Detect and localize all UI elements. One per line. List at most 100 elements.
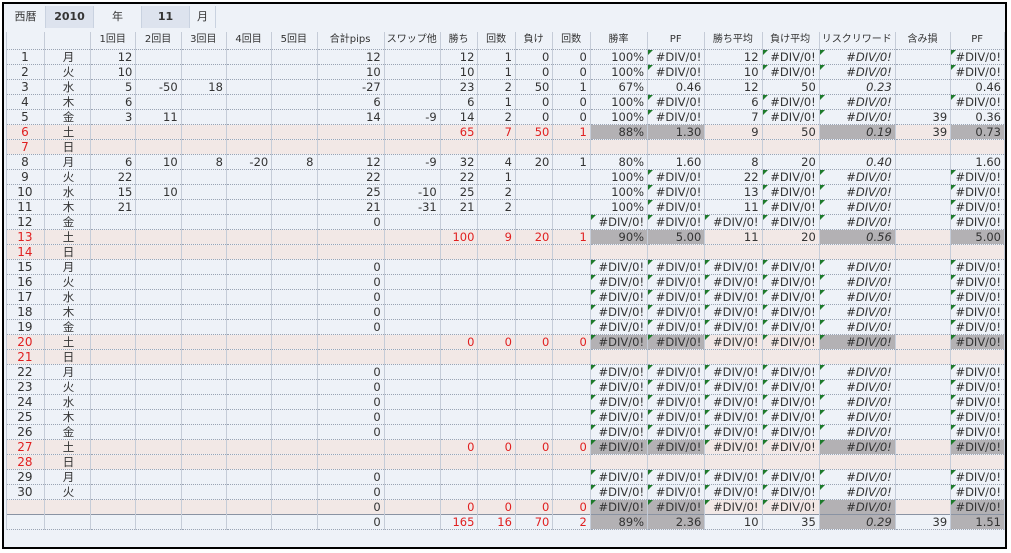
cell[interactable]: #DIV/0! xyxy=(818,364,896,380)
cell[interactable]: #DIV/0! xyxy=(704,289,763,305)
cell[interactable]: #DIV/0! xyxy=(761,484,820,500)
cell[interactable]: 23 xyxy=(6,379,45,395)
cell[interactable]: #DIV/0! xyxy=(818,259,896,275)
cell[interactable] xyxy=(514,379,554,395)
cell[interactable]: -27 xyxy=(316,79,385,95)
cell[interactable]: 0 xyxy=(552,499,591,515)
cell[interactable] xyxy=(225,304,273,320)
cell[interactable]: #DIV/0! xyxy=(589,319,649,335)
cell[interactable]: 12 xyxy=(316,49,385,65)
cell[interactable]: 50 xyxy=(514,79,554,95)
cell[interactable] xyxy=(271,124,318,140)
cell[interactable] xyxy=(818,139,896,155)
cell[interactable] xyxy=(514,244,554,260)
cell[interactable]: 25 xyxy=(316,184,385,200)
cell[interactable]: #DIV/0! xyxy=(761,499,820,515)
cell[interactable]: #DIV/0! xyxy=(818,334,896,350)
cell[interactable] xyxy=(477,364,516,380)
cell[interactable]: #DIV/0! xyxy=(950,469,1005,485)
cell[interactable] xyxy=(180,274,227,290)
cell[interactable]: 32 xyxy=(439,154,479,170)
cell[interactable]: 金 xyxy=(43,319,92,335)
cell[interactable] xyxy=(894,454,952,470)
cell[interactable]: #DIV/0! xyxy=(818,109,896,125)
cell[interactable] xyxy=(477,454,516,470)
cell[interactable] xyxy=(271,79,318,95)
cell[interactable] xyxy=(477,469,516,485)
cell[interactable] xyxy=(90,124,137,140)
cell[interactable]: 水 xyxy=(43,184,92,200)
cell[interactable] xyxy=(894,274,952,290)
cell[interactable] xyxy=(383,64,441,80)
cell[interactable] xyxy=(552,304,591,320)
cell[interactable] xyxy=(477,319,516,335)
cell[interactable]: 0 xyxy=(316,513,385,530)
cell[interactable]: #DIV/0! xyxy=(647,49,706,65)
column-header[interactable]: 合計pips xyxy=(316,32,385,50)
cell[interactable] xyxy=(477,304,516,320)
cell[interactable] xyxy=(589,139,649,155)
cell[interactable]: #DIV/0! xyxy=(704,484,763,500)
cell[interactable] xyxy=(180,124,227,140)
cell[interactable]: #DIV/0! xyxy=(704,259,763,275)
cell[interactable] xyxy=(383,94,441,110)
cell[interactable]: 7 xyxy=(477,124,516,140)
cell[interactable] xyxy=(90,379,137,395)
cell[interactable] xyxy=(271,379,318,395)
cell[interactable] xyxy=(383,124,441,140)
cell[interactable] xyxy=(383,424,441,440)
cell[interactable]: 13 xyxy=(704,184,763,200)
cell[interactable]: 6 xyxy=(6,124,45,140)
cell[interactable] xyxy=(90,214,137,230)
cell[interactable] xyxy=(552,484,591,500)
cell[interactable] xyxy=(271,484,318,500)
cell[interactable]: #DIV/0! xyxy=(647,319,706,335)
cell[interactable] xyxy=(383,79,441,95)
cell[interactable]: #DIV/0! xyxy=(761,334,820,350)
cell[interactable] xyxy=(135,349,182,365)
cell[interactable]: 20 xyxy=(6,334,45,350)
cell[interactable]: #DIV/0! xyxy=(818,409,896,425)
cell[interactable] xyxy=(225,513,273,530)
cell[interactable] xyxy=(271,229,318,245)
cell[interactable]: #DIV/0! xyxy=(647,109,706,125)
cell[interactable] xyxy=(225,229,273,245)
cell[interactable] xyxy=(135,513,182,530)
cell[interactable] xyxy=(90,439,137,455)
cell[interactable]: #DIV/0! xyxy=(704,379,763,395)
cell[interactable] xyxy=(180,484,227,500)
cell[interactable] xyxy=(180,319,227,335)
cell[interactable] xyxy=(647,244,706,260)
cell[interactable] xyxy=(383,409,441,425)
cell[interactable] xyxy=(439,454,479,470)
cell[interactable] xyxy=(271,139,318,155)
cell[interactable] xyxy=(383,513,441,530)
cell[interactable]: 0.40 xyxy=(818,154,896,170)
cell[interactable] xyxy=(383,289,441,305)
cell[interactable] xyxy=(704,349,763,365)
cell[interactable] xyxy=(894,79,952,95)
column-header[interactable]: 1回目 xyxy=(90,32,137,50)
cell[interactable]: 6 xyxy=(316,94,385,110)
cell[interactable]: 0 xyxy=(316,289,385,305)
cell[interactable] xyxy=(180,469,227,485)
cell[interactable] xyxy=(225,184,273,200)
cell[interactable] xyxy=(552,139,591,155)
cell[interactable] xyxy=(647,454,706,470)
cell[interactable] xyxy=(761,139,820,155)
cell[interactable]: #DIV/0! xyxy=(647,64,706,80)
cell[interactable]: 80% xyxy=(589,154,649,170)
cell[interactable] xyxy=(894,364,952,380)
cell[interactable] xyxy=(383,364,441,380)
cell[interactable] xyxy=(894,139,952,155)
cell[interactable] xyxy=(514,304,554,320)
cell[interactable]: 0 xyxy=(316,484,385,500)
cell[interactable]: #DIV/0! xyxy=(950,64,1005,80)
cell[interactable]: #DIV/0! xyxy=(761,169,820,185)
cell[interactable]: #DIV/0! xyxy=(761,109,820,125)
cell[interactable] xyxy=(514,319,554,335)
cell[interactable]: 0 xyxy=(316,394,385,410)
cell[interactable] xyxy=(552,379,591,395)
cell[interactable]: 8 xyxy=(271,154,318,170)
cell[interactable] xyxy=(225,94,273,110)
